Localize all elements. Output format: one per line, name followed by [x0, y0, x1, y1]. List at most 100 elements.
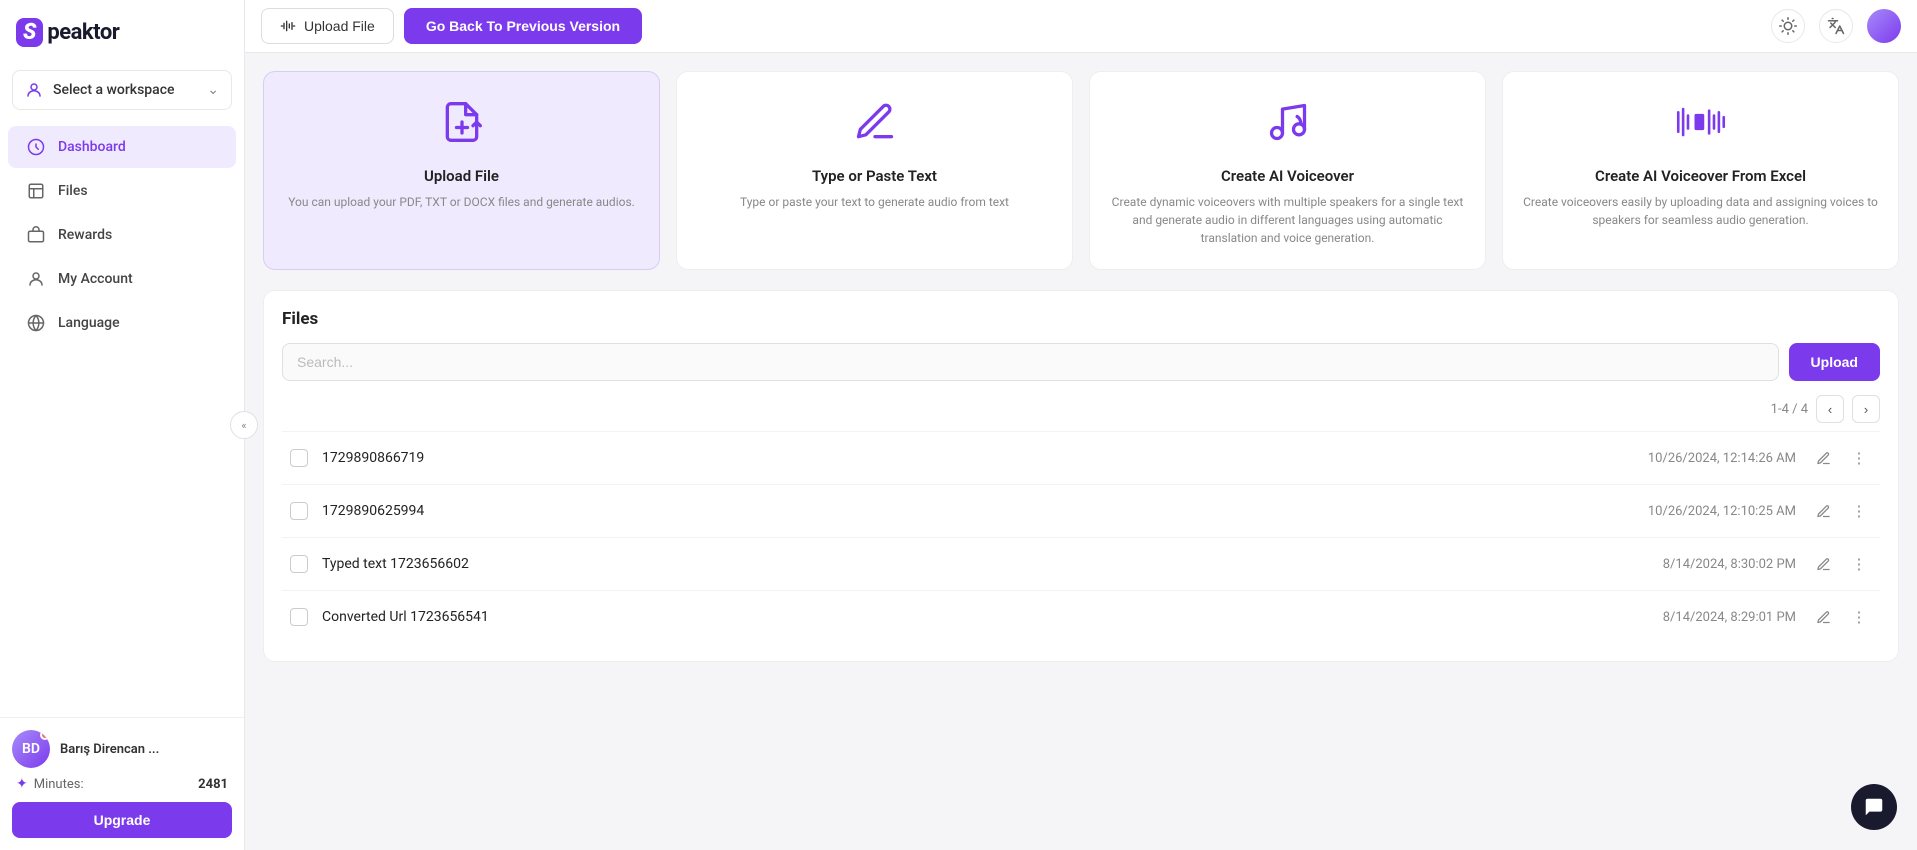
logo-text: peaktor	[47, 20, 119, 45]
file-checkbox-1[interactable]	[290, 449, 308, 467]
workspace-label: Select a workspace	[53, 82, 207, 98]
type-paste-card-title: Type or Paste Text	[812, 167, 937, 185]
card-ai-voiceover[interactable]: Create AI Voiceover Create dynamic voice…	[1089, 71, 1486, 270]
file-name-4: Converted Url 1723656541	[322, 609, 1663, 625]
dashboard-icon	[26, 137, 46, 157]
upload-file-card-desc: You can upload your PDF, TXT or DOCX fil…	[288, 193, 635, 211]
workspace-selector[interactable]: Select a workspace ⌄	[12, 70, 232, 110]
ai-voiceover-card-icon	[1266, 100, 1310, 153]
ai-voiceover-excel-card-desc: Create voiceovers easily by uploading da…	[1523, 193, 1878, 229]
card-ai-voiceover-excel[interactable]: Create AI Voiceover From Excel Create vo…	[1502, 71, 1899, 270]
file-name-1: 1729890866719	[322, 450, 1648, 466]
content-area: Upload File You can upload your PDF, TXT…	[245, 53, 1917, 850]
avatar-notification-dot	[40, 730, 50, 740]
sidebar-item-rewards[interactable]: Rewards	[8, 214, 236, 256]
upload-file-button[interactable]: Upload File	[261, 8, 394, 44]
main-content: Upload File Go Back To Previous Version …	[245, 0, 1917, 850]
upload-file-card-icon	[440, 100, 484, 153]
file-edit-button-2[interactable]	[1810, 498, 1836, 524]
minutes-value: 2481	[198, 777, 228, 792]
user-info: BD Barış Direncan ...	[12, 730, 232, 768]
user-name: Barış Direncan ...	[60, 742, 159, 757]
type-paste-card-icon	[853, 100, 897, 153]
file-checkbox-2[interactable]	[290, 502, 308, 520]
table-row[interactable]: 1729890866719 10/26/2024, 12:14:26 AM ⋮	[282, 431, 1880, 484]
sidebar-item-rewards-label: Rewards	[58, 227, 112, 243]
avatar: BD	[12, 730, 50, 768]
files-section-title: Files	[282, 309, 1880, 329]
table-row[interactable]: Typed text 1723656602 8/14/2024, 8:30:02…	[282, 537, 1880, 590]
sidebar-item-my-account[interactable]: My Account	[8, 258, 236, 300]
sidebar-collapse-button[interactable]: «	[230, 411, 258, 439]
sidebar-item-my-account-label: My Account	[58, 271, 133, 287]
file-checkbox-4[interactable]	[290, 608, 308, 626]
upload-file-label: Upload File	[304, 18, 375, 34]
file-more-button-1[interactable]: ⋮	[1846, 445, 1872, 471]
sidebar-item-files-label: Files	[58, 183, 88, 199]
nav-items: Dashboard Files Rewards My Account	[0, 120, 244, 717]
table-row[interactable]: 1729890625994 10/26/2024, 12:10:25 AM ⋮	[282, 484, 1880, 537]
sidebar-item-dashboard-label: Dashboard	[58, 139, 126, 155]
search-input[interactable]	[282, 343, 1779, 381]
file-more-button-2[interactable]: ⋮	[1846, 498, 1872, 524]
topbar-avatar[interactable]	[1867, 9, 1901, 43]
file-more-button-3[interactable]: ⋮	[1846, 551, 1872, 577]
files-list: 1729890866719 10/26/2024, 12:14:26 AM ⋮ …	[282, 431, 1880, 643]
file-date-4: 8/14/2024, 8:29:01 PM	[1663, 610, 1796, 625]
upload-file-card-title: Upload File	[424, 167, 499, 185]
minutes-star-icon: ✦	[16, 776, 28, 792]
cards-row: Upload File You can upload your PDF, TXT…	[263, 71, 1899, 270]
file-name-3: Typed text 1723656602	[322, 556, 1663, 572]
ai-voiceover-excel-card-icon	[1675, 100, 1727, 153]
ai-voiceover-excel-card-title: Create AI Voiceover From Excel	[1595, 167, 1806, 185]
file-date-2: 10/26/2024, 12:10:25 AM	[1648, 504, 1796, 519]
card-type-paste[interactable]: Type or Paste Text Type or paste your te…	[676, 71, 1073, 270]
theme-toggle-button[interactable]	[1771, 9, 1805, 43]
sidebar: S peaktor Select a workspace ⌄ Dashboard…	[0, 0, 245, 850]
table-row[interactable]: Converted Url 1723656541 8/14/2024, 8:29…	[282, 590, 1880, 643]
pagination-info: 1-4 / 4	[1771, 402, 1808, 417]
file-checkbox-3[interactable]	[290, 555, 308, 573]
language-toggle-button[interactable]	[1819, 9, 1853, 43]
card-upload-file[interactable]: Upload File You can upload your PDF, TXT…	[263, 71, 660, 270]
minutes-row: ✦ Minutes: 2481	[12, 776, 232, 792]
file-date-1: 10/26/2024, 12:14:26 AM	[1648, 451, 1796, 466]
chat-bubble-button[interactable]	[1851, 784, 1897, 830]
ai-voiceover-card-title: Create AI Voiceover	[1221, 167, 1354, 185]
file-date-3: 8/14/2024, 8:30:02 PM	[1663, 557, 1796, 572]
logo-s-letter: S	[16, 18, 43, 47]
files-section: Files Upload 1-4 / 4 ‹ › 1729890866719 1…	[263, 290, 1899, 662]
sidebar-item-files[interactable]: Files	[8, 170, 236, 212]
file-actions-4: ⋮	[1810, 604, 1872, 630]
type-paste-card-desc: Type or paste your text to generate audi…	[740, 193, 1009, 211]
topbar-right	[1771, 9, 1901, 43]
files-icon	[26, 181, 46, 201]
sun-icon	[1779, 17, 1797, 35]
file-actions-2: ⋮	[1810, 498, 1872, 524]
upgrade-button[interactable]: Upgrade	[12, 802, 232, 838]
pagination-row: 1-4 / 4 ‹ ›	[282, 395, 1880, 423]
translate-icon	[1827, 17, 1845, 35]
pagination-next-button[interactable]: ›	[1852, 395, 1880, 423]
my-account-icon	[26, 269, 46, 289]
search-input-wrap	[282, 343, 1779, 381]
sidebar-item-language[interactable]: Language	[8, 302, 236, 344]
person-icon	[25, 81, 43, 99]
go-back-button[interactable]: Go Back To Previous Version	[404, 8, 642, 44]
logo: S peaktor	[16, 14, 146, 50]
file-actions-3: ⋮	[1810, 551, 1872, 577]
file-edit-button-3[interactable]	[1810, 551, 1836, 577]
chevron-down-icon: ⌄	[207, 82, 219, 98]
files-upload-button[interactable]: Upload	[1789, 343, 1880, 381]
file-name-2: 1729890625994	[322, 503, 1648, 519]
pagination-prev-button[interactable]: ‹	[1816, 395, 1844, 423]
search-upload-row: Upload	[282, 343, 1880, 381]
file-actions-1: ⋮	[1810, 445, 1872, 471]
sidebar-item-language-label: Language	[58, 315, 120, 331]
language-icon	[26, 313, 46, 333]
sidebar-item-dashboard[interactable]: Dashboard	[8, 126, 236, 168]
file-edit-button-4[interactable]	[1810, 604, 1836, 630]
file-more-button-4[interactable]: ⋮	[1846, 604, 1872, 630]
rewards-icon	[26, 225, 46, 245]
file-edit-button-1[interactable]	[1810, 445, 1836, 471]
